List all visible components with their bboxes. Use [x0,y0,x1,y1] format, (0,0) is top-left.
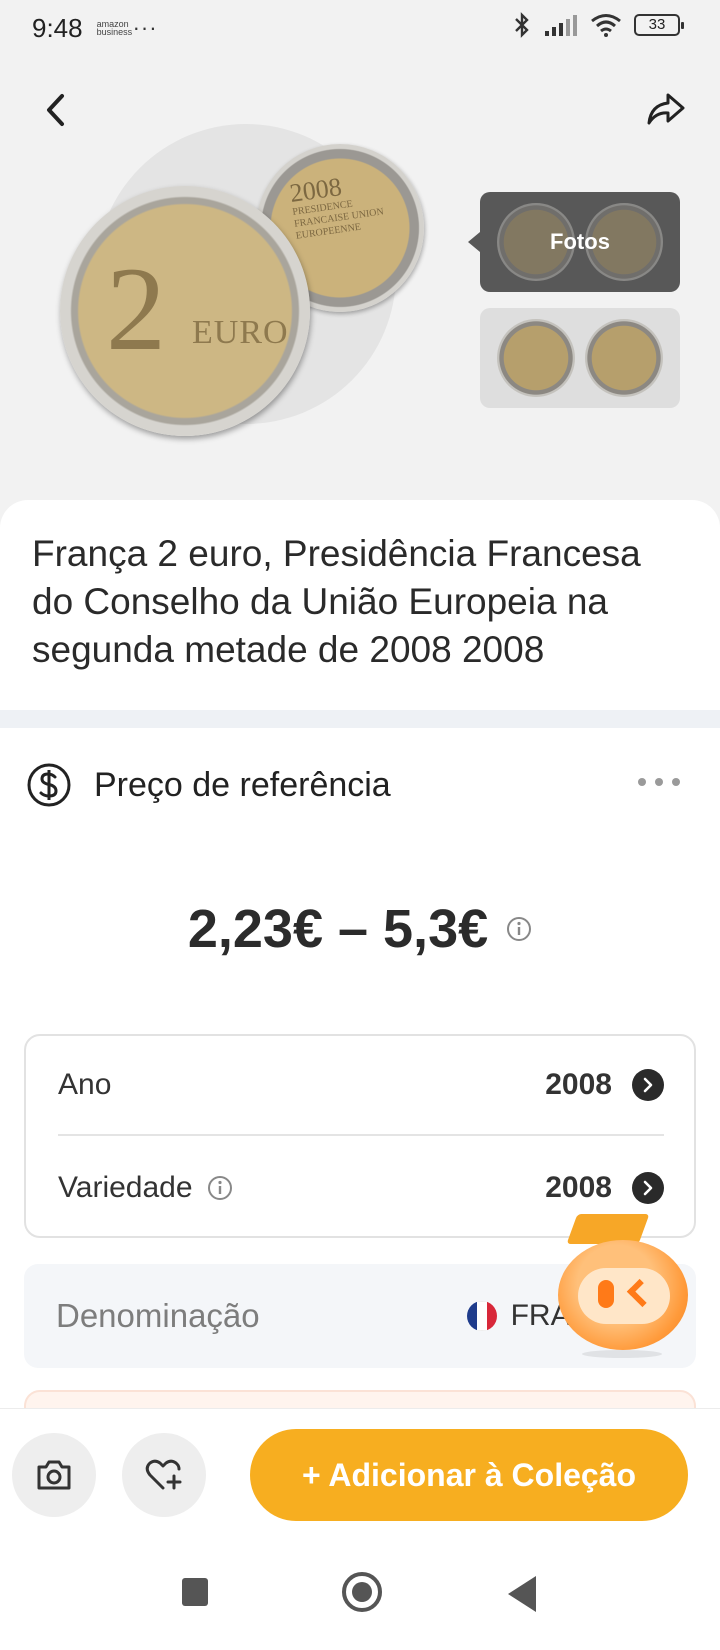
photos-thumbnail[interactable]: Fotos [468,192,680,292]
section-divider [0,710,720,728]
coin-reverse-inscription: 2008 PRESIDENCE FRANCAISE UNION EUROPEEN… [288,167,396,242]
france-flag-icon [466,1301,497,1331]
photo-thumbnails: Fotos [468,192,680,408]
title-card: França 2 euro, Presidência Francesa do C… [0,500,720,710]
chevron-right-icon [632,1172,664,1204]
mascot-face [578,1268,670,1324]
amazon-business-icon: amazon business [96,19,133,37]
system-nav-bar [0,1536,720,1650]
wishlist-button[interactable] [122,1433,206,1517]
battery-icon: 33 [634,14,684,36]
heart-plus-icon [145,1459,182,1490]
price-section-title: Preço de referência [94,765,391,804]
attribute-value: 2008 [545,1068,612,1101]
coin-obverse-image: 2 EURO [60,186,310,436]
mascot-shadow [582,1350,662,1358]
signal-icon [545,15,577,36]
status-more-icon: ··· [132,15,158,40]
share-icon [647,93,685,125]
status-time: 9:48 [32,12,83,43]
home-button[interactable] [342,1572,382,1612]
share-button[interactable] [642,86,690,134]
more-dot-icon [638,778,646,786]
chevron-right-icon [632,1069,664,1101]
attribute-value: 2008 [545,1171,612,1204]
info-icon[interactable] [506,916,532,942]
wifi-icon [591,14,621,37]
more-options-button[interactable] [638,778,680,786]
recent-apps-button[interactable] [182,1578,208,1606]
dollar-circle-icon [27,763,71,807]
coin-image-gallery[interactable]: 2008 PRESIDENCE FRANCAISE UNION EUROPEEN… [60,120,440,450]
assistant-mascot-button[interactable] [552,1208,692,1358]
add-to-collection-button[interactable]: + Adicionar à Coleção [250,1429,688,1521]
attribute-label: Variedade [58,1171,233,1205]
thumbnail-coin-obverse [585,319,663,397]
system-back-button[interactable] [508,1576,536,1612]
coin-obverse-inscription: 2 EURO [106,242,288,375]
denomination-label: Denominação [56,1297,260,1334]
more-dot-icon [672,778,680,786]
bluetooth-icon [515,12,529,38]
thumbnail-coin-reverse [497,319,575,397]
camera-icon [37,1460,71,1490]
graduation-cap-icon [566,1214,650,1244]
bottom-action-bar: + Adicionar à Coleção [0,1408,720,1536]
price-range-row: 2,23€ – 5,3€ [0,898,720,960]
catalog-thumbnail[interactable] [480,308,680,408]
price-range-value: 2,23€ – 5,3€ [187,899,489,959]
price-header: Preço de referência [26,762,391,808]
coin-obverse-digit: 2 [106,242,166,375]
camera-button[interactable] [12,1433,96,1517]
info-icon[interactable] [207,1175,233,1201]
mascot-eye-icon [598,1280,614,1308]
status-indicators: 33 [512,12,684,38]
item-title: França 2 euro, Presidência Francesa do C… [32,533,641,670]
photos-label: Fotos [550,229,610,254]
status-bar: 9:48 amazon business ··· 33 [0,0,720,56]
coin-obverse-euro: EURO [192,314,289,351]
attribute-label: Ano [58,1068,112,1101]
more-dot-icon [655,778,663,786]
attribute-row-ano[interactable]: Ano 2008 [58,1036,664,1136]
